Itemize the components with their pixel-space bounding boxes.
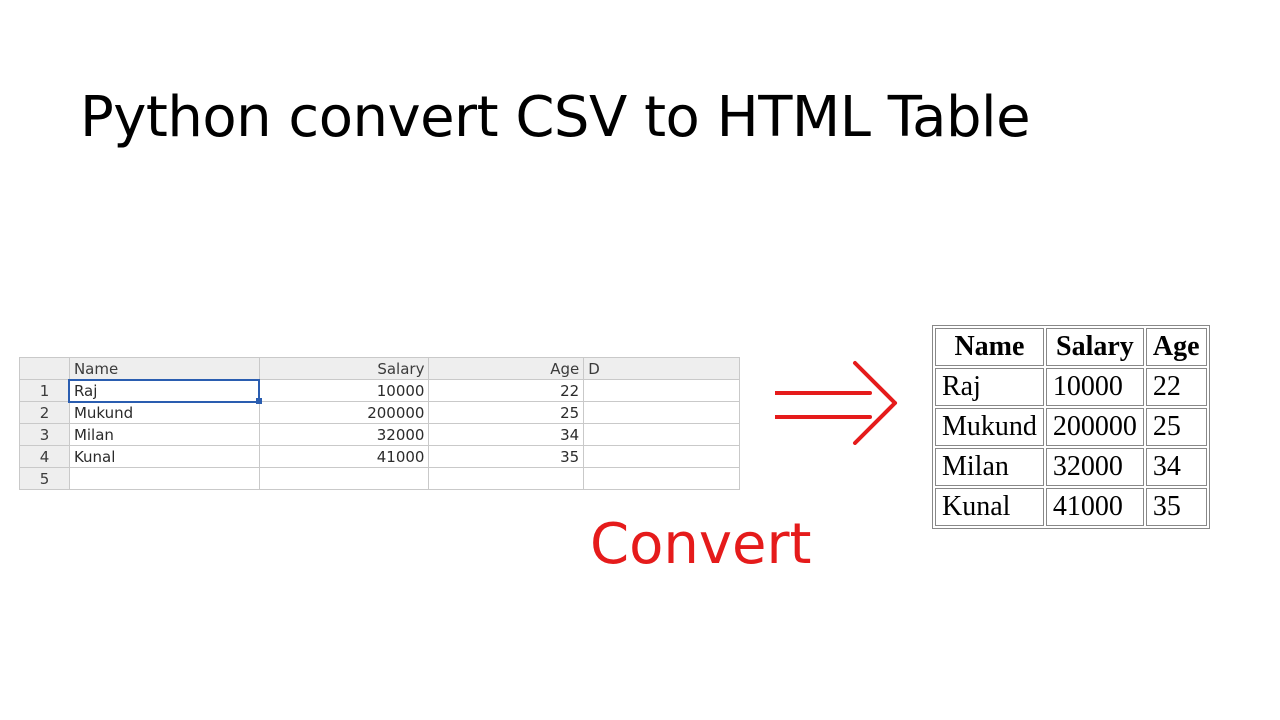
spreadsheet-row: 2 Mukund 200000 25 bbox=[20, 402, 740, 424]
spreadsheet-row-header[interactable]: 4 bbox=[20, 446, 70, 468]
html-table-header-name: Name bbox=[935, 328, 1044, 366]
spreadsheet-cell[interactable]: 34 bbox=[429, 424, 584, 446]
html-table-cell: Milan bbox=[935, 448, 1044, 486]
spreadsheet-row-header[interactable]: 5 bbox=[20, 468, 70, 490]
spreadsheet-cell[interactable]: 32000 bbox=[259, 424, 429, 446]
spreadsheet-cell[interactable] bbox=[69, 468, 259, 490]
html-table-row: Kunal 41000 35 bbox=[935, 488, 1207, 526]
arrow-icon bbox=[775, 355, 905, 445]
spreadsheet-row: 5 bbox=[20, 468, 740, 490]
html-table-cell: 41000 bbox=[1046, 488, 1144, 526]
html-table-cell: Raj bbox=[935, 368, 1044, 406]
spreadsheet-cell[interactable]: Kunal bbox=[69, 446, 259, 468]
spreadsheet-row: 4 Kunal 41000 35 bbox=[20, 446, 740, 468]
spreadsheet-cell[interactable]: Raj bbox=[69, 380, 259, 402]
html-table-cell: 34 bbox=[1146, 448, 1207, 486]
spreadsheet-table: Name Salary Age D 1 Raj 10000 22 2 Mukun… bbox=[19, 357, 740, 490]
spreadsheet-row: 3 Milan 32000 34 bbox=[20, 424, 740, 446]
html-table-row: Mukund 200000 25 bbox=[935, 408, 1207, 446]
spreadsheet-row-header[interactable]: 3 bbox=[20, 424, 70, 446]
html-table-cell: 22 bbox=[1146, 368, 1207, 406]
html-table-row: Raj 10000 22 bbox=[935, 368, 1207, 406]
html-table-header-age: Age bbox=[1146, 328, 1207, 366]
spreadsheet-cell[interactable] bbox=[584, 402, 740, 424]
spreadsheet-cell[interactable]: 22 bbox=[429, 380, 584, 402]
html-table-cell: 32000 bbox=[1046, 448, 1144, 486]
spreadsheet-cell[interactable] bbox=[429, 468, 584, 490]
spreadsheet-cell[interactable]: 41000 bbox=[259, 446, 429, 468]
html-table-cell: 25 bbox=[1146, 408, 1207, 446]
spreadsheet-row-header[interactable]: 1 bbox=[20, 380, 70, 402]
spreadsheet-col-header-name[interactable]: Name bbox=[69, 358, 259, 380]
spreadsheet-cell[interactable]: 10000 bbox=[259, 380, 429, 402]
html-table-row: Milan 32000 34 bbox=[935, 448, 1207, 486]
html-table-cell: Kunal bbox=[935, 488, 1044, 526]
spreadsheet-cell[interactable]: Mukund bbox=[69, 402, 259, 424]
spreadsheet-cell[interactable] bbox=[584, 446, 740, 468]
html-table-cell: Mukund bbox=[935, 408, 1044, 446]
spreadsheet-cell[interactable] bbox=[584, 424, 740, 446]
spreadsheet-col-header-age[interactable]: Age bbox=[429, 358, 584, 380]
convert-label: Convert bbox=[590, 512, 811, 577]
spreadsheet-cell[interactable]: Milan bbox=[69, 424, 259, 446]
spreadsheet-cell[interactable] bbox=[259, 468, 429, 490]
spreadsheet-col-header-salary[interactable]: Salary bbox=[259, 358, 429, 380]
spreadsheet-col-header-d[interactable]: D bbox=[584, 358, 740, 380]
spreadsheet-cell[interactable] bbox=[584, 468, 740, 490]
spreadsheet-cell[interactable]: 200000 bbox=[259, 402, 429, 424]
spreadsheet-cell[interactable]: 25 bbox=[429, 402, 584, 424]
spreadsheet-cell[interactable] bbox=[584, 380, 740, 402]
page-title: Python convert CSV to HTML Table bbox=[80, 85, 1030, 150]
html-output-table: Name Salary Age Raj 10000 22 Mukund 2000… bbox=[932, 325, 1210, 529]
html-table-header-salary: Salary bbox=[1046, 328, 1144, 366]
html-table-cell: 35 bbox=[1146, 488, 1207, 526]
spreadsheet-row: 1 Raj 10000 22 bbox=[20, 380, 740, 402]
html-table-cell: 200000 bbox=[1046, 408, 1144, 446]
spreadsheet-row-header[interactable]: 2 bbox=[20, 402, 70, 424]
spreadsheet-cell[interactable]: 35 bbox=[429, 446, 584, 468]
spreadsheet-corner[interactable] bbox=[20, 358, 70, 380]
html-table-cell: 10000 bbox=[1046, 368, 1144, 406]
